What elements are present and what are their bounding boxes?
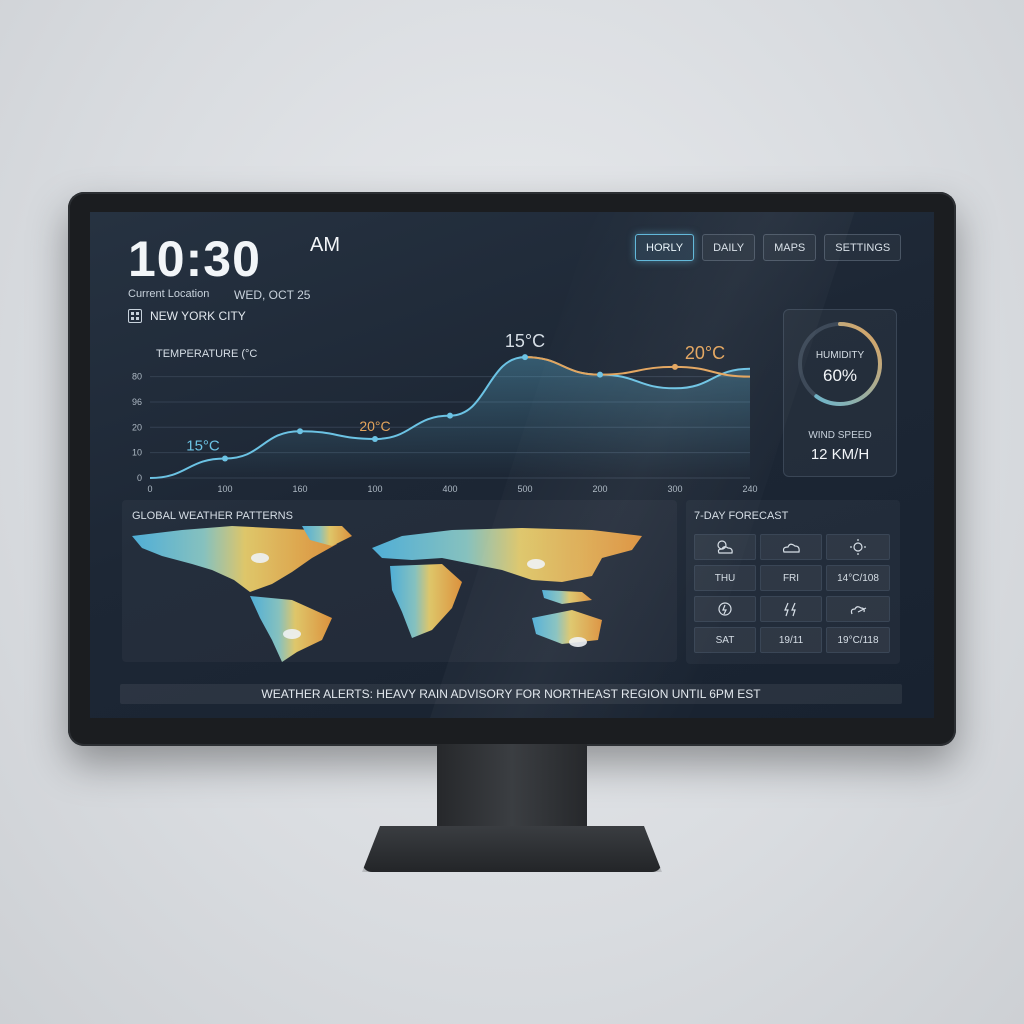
tab-settings[interactable]: SETTINGS <box>824 234 902 261</box>
forecast-cell[interactable]: FRI <box>760 565 822 591</box>
cloud-icon <box>782 543 800 553</box>
forecast-cell[interactable] <box>694 596 756 622</box>
data-label: 20°C <box>359 418 390 434</box>
forecast-cell[interactable] <box>760 534 822 560</box>
cloud-icon <box>527 559 545 569</box>
cloud-wind-icon <box>850 606 867 615</box>
x-tick-label: 160 <box>292 484 307 492</box>
monitor-stand-base <box>362 826 662 872</box>
x-tick-label: 400 <box>442 484 457 492</box>
temperature-chart: 0 10 20 96 80 0 100 160 100 400 500 200 300 240 15°C 20… <box>132 331 758 492</box>
nav-tabs: HORLY DAILY MAPS SETTINGS <box>635 234 902 261</box>
forecast-title: 7-DAY FORECAST <box>694 510 789 522</box>
cloud-icon <box>251 553 269 563</box>
map-title: GLOBAL WEATHER PATTERNS <box>132 510 293 522</box>
forecast-grid: THU FRI 14°C/108 SAT 19/11 19°C/118 <box>694 534 890 653</box>
data-label: 20°C <box>685 343 725 363</box>
tab-maps[interactable]: MAPS <box>763 234 817 261</box>
x-tick-label: 200 <box>592 484 607 492</box>
clock-ampm: AM <box>310 234 340 256</box>
map-panel[interactable]: GLOBAL WEATHER PATTERNS <box>122 500 677 662</box>
data-point <box>672 363 678 370</box>
data-point <box>372 436 378 442</box>
x-tick-label: 240 <box>742 484 757 492</box>
tab-hourly[interactable]: HORLY <box>635 234 695 261</box>
humidity-value: 60% <box>822 366 858 385</box>
forecast-cell[interactable] <box>694 534 756 560</box>
y-tick-label: 20 <box>132 422 142 432</box>
wind-label: WIND SPEED <box>808 430 872 441</box>
cloud-icon <box>569 637 587 647</box>
world-map <box>132 526 642 662</box>
y-tick-label: 0 <box>137 473 142 483</box>
forecast-cell[interactable]: 19°C/118 <box>826 627 890 653</box>
forecast-cell[interactable]: THU <box>694 565 756 591</box>
data-point <box>447 412 453 419</box>
forecast-cell[interactable] <box>826 534 890 560</box>
y-tick-label: 96 <box>132 397 142 407</box>
screen: 10:30 AM Current Location WED, OCT 25 NE… <box>90 212 934 718</box>
tab-daily[interactable]: DAILY <box>702 234 756 261</box>
partly-cloudy-icon <box>717 540 733 554</box>
x-tick-label: 500 <box>517 484 532 492</box>
data-point <box>522 354 528 361</box>
monitor: 10:30 AM Current Location WED, OCT 25 NE… <box>68 192 956 746</box>
forecast-cell[interactable] <box>760 596 822 622</box>
lightning-icon <box>784 602 796 617</box>
x-tick-label: 100 <box>217 484 232 492</box>
x-tick-label: 100 <box>367 484 382 492</box>
sun-icon <box>850 539 866 555</box>
forecast-panel: 7-DAY FORECAST THU FRI 14°C/108 SAT 19/1… <box>686 500 900 664</box>
wind-value: 12 KM/H <box>810 446 870 463</box>
forecast-cell[interactable] <box>826 596 890 622</box>
humidity-label: HUMIDITY <box>815 350 865 361</box>
x-tick-label: 300 <box>667 484 682 492</box>
storm-icon <box>718 602 732 616</box>
weather-alert-banner[interactable]: WEATHER ALERTS: HEAVY RAIN ADVISORY FOR … <box>120 684 902 704</box>
data-point <box>297 428 303 435</box>
forecast-cell[interactable]: 14°C/108 <box>826 565 890 591</box>
y-tick-label: 80 <box>132 372 142 382</box>
x-tick-label: 0 <box>147 484 152 492</box>
humidity-gauge <box>798 322 882 406</box>
data-label: 15°C <box>186 438 220 455</box>
data-label: 15°C <box>505 331 545 351</box>
data-point <box>597 371 603 378</box>
clock-time: 10:30 <box>128 231 261 287</box>
y-tick-label: 10 <box>132 448 142 458</box>
cloud-icon <box>283 629 301 639</box>
conditions-card: HUMIDITY 60% WIND SPEED 12 KM/H <box>783 309 897 477</box>
clock: 10:30 AM <box>128 230 340 288</box>
data-point <box>222 455 228 462</box>
forecast-cell[interactable]: SAT <box>694 627 756 653</box>
monitor-stand-neck <box>437 744 587 836</box>
forecast-cell[interactable]: 19/11 <box>760 627 822 653</box>
